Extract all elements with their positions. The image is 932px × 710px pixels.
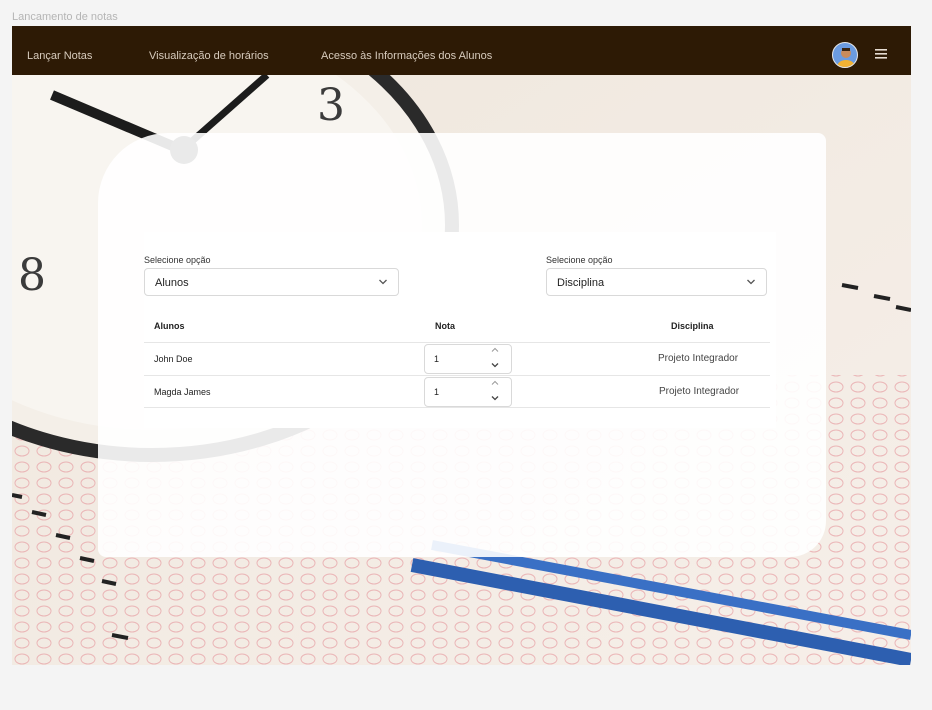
student-select[interactable]: Alunos bbox=[144, 268, 399, 296]
student-select-label: Selecione opção bbox=[144, 255, 211, 265]
row-divider bbox=[144, 375, 770, 376]
discipline-select-label: Selecione opção bbox=[546, 255, 613, 265]
chevron-down-icon[interactable] bbox=[490, 394, 500, 402]
chevron-down-icon bbox=[379, 279, 387, 285]
app-frame: 3 8 Lançar Notas Visualização de horário… bbox=[12, 26, 911, 665]
hamburger-menu-icon[interactable] bbox=[874, 48, 888, 60]
grade-value: 1 bbox=[434, 354, 440, 364]
chevron-up-icon[interactable] bbox=[490, 379, 500, 387]
nav-visualizacao-horarios[interactable]: Visualização de horários bbox=[149, 50, 269, 62]
grade-value: 1 bbox=[434, 387, 440, 397]
column-header-disciplina: Disciplina bbox=[671, 321, 714, 331]
nav-acesso-informacoes-alunos[interactable]: Acesso às Informações dos Alunos bbox=[321, 50, 492, 62]
svg-text:8: 8 bbox=[18, 250, 46, 301]
column-header-nota: Nota bbox=[435, 321, 455, 331]
student-select-value: Alunos bbox=[155, 277, 189, 289]
table-row-student-name: Magda James bbox=[154, 387, 211, 397]
row-divider bbox=[144, 407, 770, 408]
header-divider bbox=[144, 342, 770, 343]
chevron-up-icon[interactable] bbox=[490, 346, 500, 354]
avatar-person-icon bbox=[837, 48, 855, 67]
nav-lancar-notas[interactable]: Lançar Notas bbox=[27, 50, 92, 62]
svg-text:3: 3 bbox=[317, 80, 345, 131]
discipline-select-value: Disciplina bbox=[557, 277, 605, 289]
column-header-alunos: Alunos bbox=[154, 321, 185, 331]
frame-title: Lancamento de notas bbox=[12, 11, 118, 23]
user-avatar[interactable] bbox=[832, 42, 858, 68]
chevron-down-icon bbox=[747, 279, 755, 285]
discipline-select[interactable]: Disciplina bbox=[546, 268, 767, 296]
table-row-discipline: Projeto Integrador bbox=[659, 386, 740, 397]
chevron-down-icon[interactable] bbox=[490, 361, 500, 369]
table-row-discipline: Projeto Integrador bbox=[658, 353, 739, 364]
grade-stepper[interactable]: 1 bbox=[424, 344, 512, 374]
top-navbar: Lançar Notas Visualização de horários Ac… bbox=[12, 26, 911, 75]
grades-panel: Selecione opção Alunos Selecione opção D… bbox=[144, 232, 776, 428]
grade-stepper[interactable]: 1 bbox=[424, 377, 512, 407]
table-row-student-name: John Doe bbox=[154, 354, 193, 364]
